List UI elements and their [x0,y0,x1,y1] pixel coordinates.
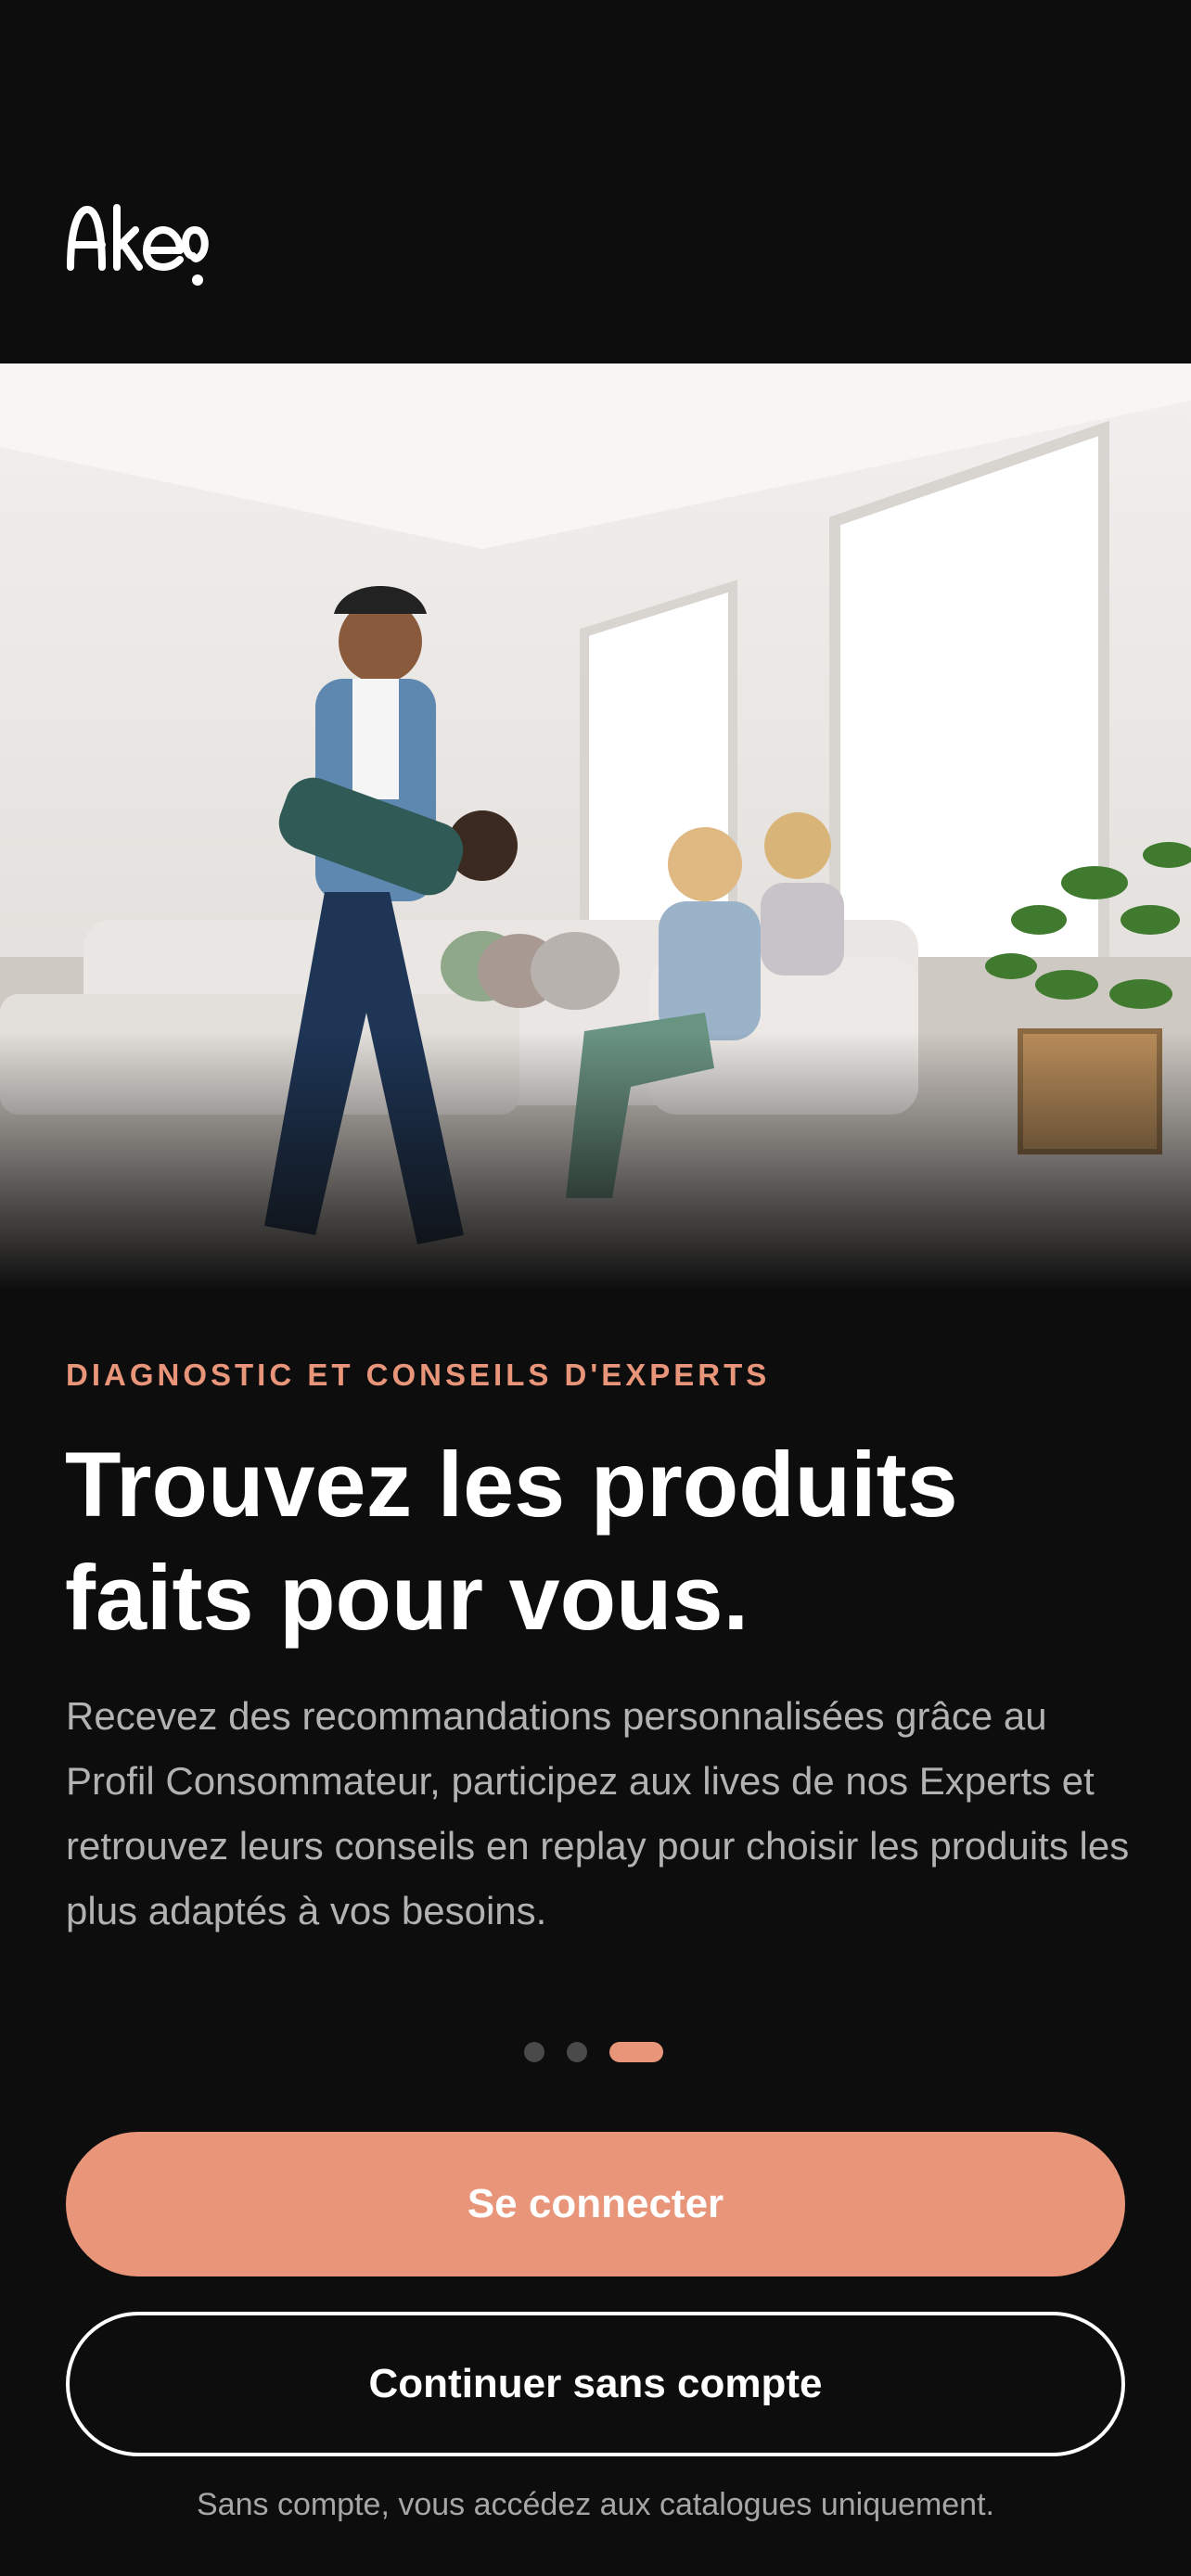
akeo-logo [67,204,209,286]
login-button[interactable]: Se connecter [66,2132,1125,2276]
pagination-dot[interactable] [524,2042,544,2062]
headline-line-2: faits pour vous. [65,1546,749,1649]
pagination-dots [524,2042,663,2062]
continue-without-account-button[interactable]: Continuer sans compte [66,2312,1125,2456]
family-living-room-photo [0,363,1191,1291]
section-eyebrow: DIAGNOSTIC ET CONSEILS D'EXPERTS [66,1358,771,1392]
headline-line-1: Trouvez les produits [65,1433,958,1536]
footnote-text: Sans compte, vous accédez aux catalogues… [197,2487,994,2522]
pagination-dot[interactable] [567,2042,587,2062]
pagination-dot-active[interactable] [609,2042,663,2062]
headline: Trouvez les produits faits pour vous. [65,1428,1132,1654]
hero-image [0,363,1191,1291]
app-header [0,0,1191,363]
description: Recevez des recommandations personnalisé… [66,1694,1130,1932]
